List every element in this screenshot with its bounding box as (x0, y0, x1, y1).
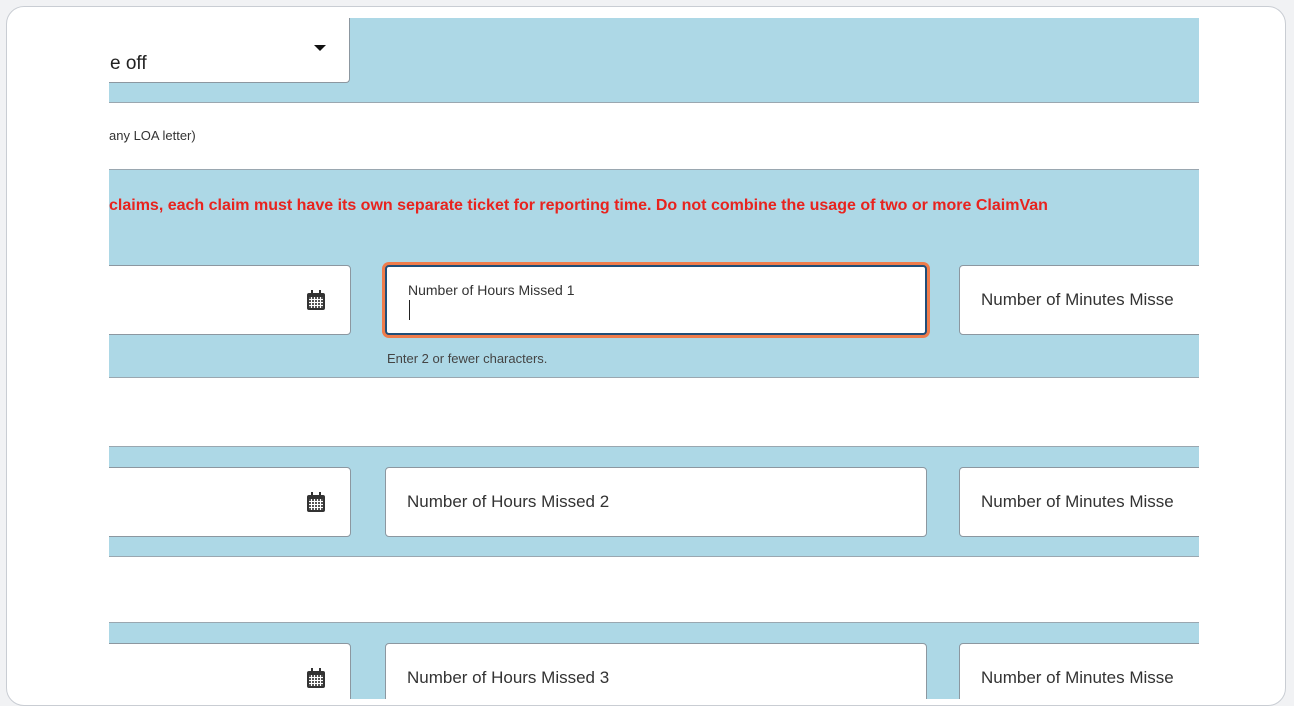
hours-missed-label-3: Number of Hours Missed 3 (407, 668, 610, 687)
text-cursor (409, 300, 410, 320)
minutes-missed-label-2: Number of Minutes Misse (981, 492, 1174, 511)
calendar-icon[interactable] (307, 668, 325, 688)
warning-message: claims, each claim must have its own sep… (109, 197, 1048, 214)
hours-missed-input-1[interactable]: Number of Hours Missed 1 (385, 265, 927, 335)
leave-type-value: e off (110, 53, 147, 74)
minutes-missed-input-1[interactable]: Number of Minutes Misse (959, 265, 1199, 335)
loa-note: any LOA letter) (109, 128, 196, 143)
divider (109, 377, 1199, 378)
minutes-missed-input-3[interactable]: Number of Minutes Misse (959, 643, 1199, 699)
leave-type-dropdown[interactable]: e off (109, 18, 350, 83)
minutes-missed-label-3: Number of Minutes Misse (981, 668, 1174, 687)
hours-missed-label-1: Number of Hours Missed 1 (408, 282, 575, 298)
caret-down-icon[interactable] (314, 45, 326, 51)
hours-missed-input-3[interactable]: Number of Hours Missed 3 (385, 643, 927, 699)
calendar-icon[interactable] (307, 290, 325, 310)
divider (109, 556, 1199, 557)
minutes-missed-label-1: Number of Minutes Misse (981, 290, 1174, 309)
hours-missed-hint-1: Enter 2 or fewer characters. (387, 351, 548, 366)
hours-missed-input-2[interactable]: Number of Hours Missed 2 (385, 467, 927, 537)
date-field-2[interactable] (109, 467, 351, 537)
screenshot-frame: e off any LOA letter) claims, each claim… (6, 6, 1286, 706)
minutes-missed-input-2[interactable]: Number of Minutes Misse (959, 467, 1199, 537)
form-viewport: e off any LOA letter) claims, each claim… (109, 7, 1199, 699)
hours-missed-label-2: Number of Hours Missed 2 (407, 492, 610, 511)
divider (109, 102, 1199, 103)
calendar-icon[interactable] (307, 492, 325, 512)
date-field-3[interactable] (109, 643, 351, 699)
date-field-1[interactable] (109, 265, 351, 335)
